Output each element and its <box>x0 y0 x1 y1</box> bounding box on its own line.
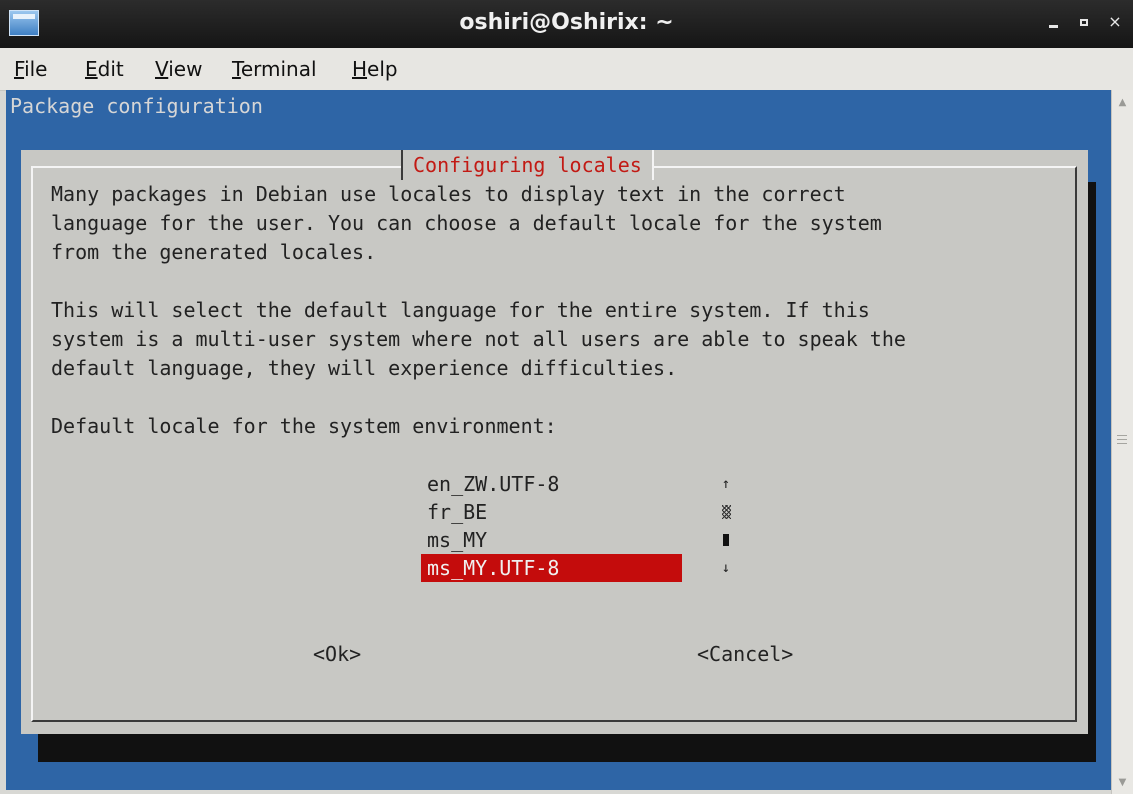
locale-list[interactable]: en_ZW.UTF-8 fr_BE ms_MY ms_MY.UTF-8 <box>421 470 691 582</box>
menu-bar: File Edit View Terminal Help <box>0 48 1133 91</box>
close-icon[interactable]: × <box>1105 12 1125 32</box>
menu-view[interactable]: View <box>155 56 202 82</box>
scroll-track-pattern <box>721 505 731 519</box>
locale-list-scrollbar[interactable]: ↑ ↓ <box>716 470 736 582</box>
dialog-paragraph-1: Many packages in Debian use locales to d… <box>51 182 882 264</box>
menu-help[interactable]: Help <box>352 56 398 82</box>
scroll-thumb-block <box>723 534 729 546</box>
menu-edit[interactable]: Edit <box>85 56 124 82</box>
ok-button[interactable]: <Ok> <box>313 640 361 668</box>
configuring-locales-dialog: Configuring locales Many packages in Deb… <box>21 150 1088 734</box>
menu-terminal[interactable]: Terminal <box>232 56 317 82</box>
scroll-up-arrow-icon[interactable]: ↑ <box>716 470 736 498</box>
dialog-paragraph-2: This will select the default language fo… <box>51 298 906 380</box>
locale-option[interactable]: fr_BE <box>421 498 691 526</box>
scroll-track[interactable] <box>716 498 736 526</box>
scroll-down-icon[interactable]: ▼ <box>1115 776 1130 790</box>
scroll-thumb[interactable] <box>716 526 736 554</box>
window-title: oshiri@Oshirix: ~ <box>459 10 674 35</box>
minimize-icon[interactable] <box>1044 12 1064 32</box>
locale-option-selected[interactable]: ms_MY.UTF-8 <box>421 554 682 582</box>
title-bar: oshiri@Oshirix: ~ × <box>0 0 1133 48</box>
menu-file[interactable]: File <box>14 56 47 82</box>
terminal-area[interactable]: Package configuration Configuring locale… <box>6 90 1111 790</box>
locale-option[interactable]: ms_MY <box>421 526 691 554</box>
maximize-icon[interactable] <box>1075 12 1095 32</box>
dialog-title: Configuring locales <box>401 150 654 180</box>
package-configuration-header: Package configuration <box>10 94 263 118</box>
scrollbar-grip-icon[interactable] <box>1117 435 1127 447</box>
scroll-down-arrow-icon[interactable]: ↓ <box>716 554 736 582</box>
locale-option[interactable]: en_ZW.UTF-8 <box>421 470 691 498</box>
cancel-button[interactable]: <Cancel> <box>697 640 793 668</box>
window-scrollbar[interactable]: ▲ ▼ <box>1111 90 1133 794</box>
locale-prompt: Default locale for the system environmen… <box>51 414 557 438</box>
scroll-up-icon[interactable]: ▲ <box>1115 96 1130 110</box>
